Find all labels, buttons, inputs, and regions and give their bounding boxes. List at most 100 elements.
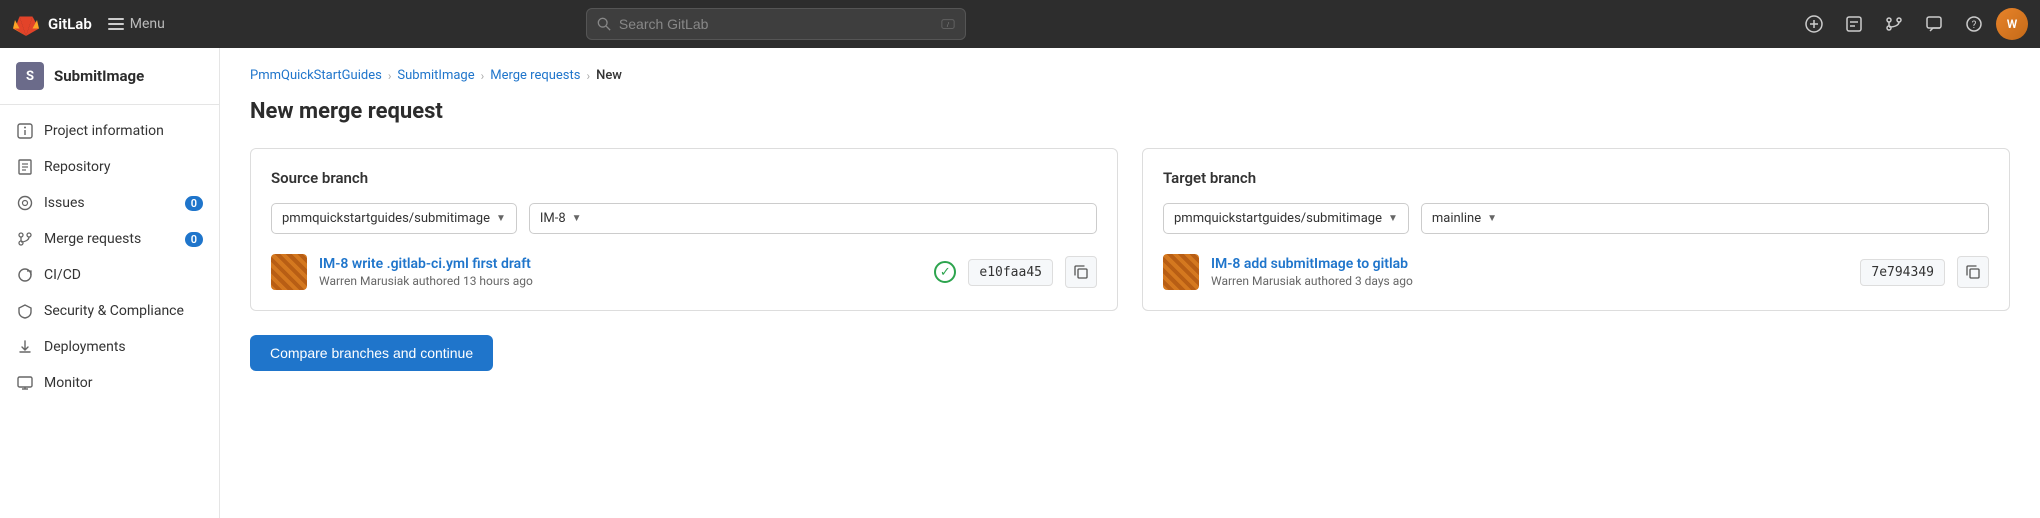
target-commit-info: IM-8 add submitImage to gitlab Warren Ma… [1211, 256, 1848, 288]
sidebar-item-repository[interactable]: Repository [0, 149, 219, 185]
search-icon [597, 17, 611, 31]
sidebar-item-project-information[interactable]: Project information [0, 113, 219, 149]
target-commit-avatar [1163, 254, 1199, 290]
breadcrumb: PmmQuickStartGuides › SubmitImage › Merg… [250, 68, 2010, 83]
source-commit-time: authored 13 hours ago [412, 274, 532, 288]
action-section: Compare branches and continue [250, 335, 2010, 371]
search-bar[interactable]: / [586, 8, 966, 40]
target-branch-title: Target branch [1163, 169, 1989, 187]
target-commit-copy-button[interactable] [1957, 256, 1989, 288]
sidebar-item-monitor-label: Monitor [44, 375, 203, 391]
monitor-icon [16, 374, 34, 392]
menu-button[interactable]: Menu [108, 16, 165, 32]
merge-request-nav-button[interactable] [1876, 6, 1912, 42]
hamburger-icon [108, 16, 124, 32]
copy-icon [1074, 265, 1088, 279]
sidebar-item-deployments-label: Deployments [44, 339, 203, 355]
topnav-actions: ? W [1796, 6, 2028, 42]
gitlab-brand-text: GitLab [48, 15, 92, 33]
sidebar-item-issues[interactable]: Issues 0 [0, 185, 219, 221]
comment-icon [1925, 15, 1943, 33]
merge-requests-badge: 0 [185, 232, 203, 247]
source-repo-select[interactable]: pmmquickstartguides/submitimage ▼ [271, 203, 517, 234]
project-avatar: S [16, 62, 44, 90]
breadcrumb-item-1[interactable]: SubmitImage [397, 68, 474, 83]
sidebar: S SubmitImage Project information Reposi… [0, 48, 220, 518]
sidebar-item-merge-requests[interactable]: Merge requests 0 [0, 221, 219, 257]
topnav: GitLab Menu / [0, 0, 2040, 48]
cicd-icon [16, 266, 34, 284]
breadcrumb-item-0[interactable]: PmmQuickStartGuides [250, 68, 382, 83]
merge-icon [16, 230, 34, 248]
target-branch-select[interactable]: mainline ▼ [1421, 203, 1989, 234]
sidebar-item-cicd[interactable]: CI/CD [0, 257, 219, 293]
sidebar-item-monitor[interactable]: Monitor [0, 365, 219, 401]
copy-icon-target [1966, 265, 1980, 279]
target-repo-label: pmmquickstartguides/submitimage [1174, 211, 1382, 226]
source-commit-author: Warren Marusiak [319, 274, 412, 288]
svg-text:/: / [947, 22, 950, 29]
target-avatar-img [1163, 254, 1199, 290]
svg-text:?: ? [1972, 20, 1977, 31]
user-avatar[interactable]: W [1996, 8, 2028, 40]
sidebar-item-project-information-label: Project information [44, 123, 203, 139]
new-item-button[interactable] [1796, 6, 1832, 42]
deploy-icon [16, 338, 34, 356]
help-button[interactable]: ? [1956, 6, 1992, 42]
merge-nav-icon [1885, 15, 1903, 33]
breadcrumb-item-2[interactable]: Merge requests [490, 68, 580, 83]
target-commit-row: IM-8 add submitImage to gitlab Warren Ma… [1163, 254, 1989, 290]
target-commit-time: authored 3 days ago [1304, 274, 1412, 288]
issues-badge: 0 [185, 196, 203, 211]
source-commit-title[interactable]: IM-8 write .gitlab-ci.yml first draft [319, 256, 922, 272]
target-commit-meta: Warren Marusiak authored 3 days ago [1211, 274, 1848, 288]
target-repo-select[interactable]: pmmquickstartguides/submitimage ▼ [1163, 203, 1409, 234]
source-branch-selectors: pmmquickstartguides/submitimage ▼ IM-8 ▼ [271, 203, 1097, 234]
main-content: PmmQuickStartGuides › SubmitImage › Merg… [220, 48, 2040, 518]
help-icon: ? [1965, 15, 1983, 33]
source-branch-chevron-icon: ▼ [572, 213, 582, 224]
target-branch-label: mainline [1432, 211, 1481, 226]
source-repo-chevron-icon: ▼ [496, 213, 506, 224]
target-repo-chevron-icon: ▼ [1388, 213, 1398, 224]
branch-panels: Source branch pmmquickstartguides/submit… [250, 148, 2010, 311]
source-branch-title: Source branch [271, 169, 1097, 187]
sidebar-item-repository-label: Repository [44, 159, 203, 175]
plus-icon [1805, 15, 1823, 33]
sidebar-item-security-label: Security & Compliance [44, 303, 203, 319]
search-kbd-icon: / [941, 17, 955, 31]
checklist-icon [1845, 15, 1863, 33]
book-icon [16, 158, 34, 176]
gitlab-logo-icon [12, 10, 40, 38]
source-commit-status-icon: ✓ [934, 261, 956, 283]
sidebar-item-cicd-label: CI/CD [44, 267, 203, 283]
target-commit-author: Warren Marusiak [1211, 274, 1304, 288]
sidebar-item-merge-requests-label: Merge requests [44, 231, 175, 247]
sidebar-project-header[interactable]: S SubmitImage [0, 48, 219, 105]
sidebar-item-security-compliance[interactable]: Security & Compliance [0, 293, 219, 329]
sidebar-item-deployments[interactable]: Deployments [0, 329, 219, 365]
compare-branches-button[interactable]: Compare branches and continue [250, 335, 493, 371]
gitlab-logo-link[interactable]: GitLab [12, 10, 92, 38]
source-commit-copy-button[interactable] [1065, 256, 1097, 288]
target-branch-chevron-icon: ▼ [1487, 213, 1497, 224]
source-commit-avatar [271, 254, 307, 290]
source-commit-hash: e10faa45 [968, 259, 1053, 286]
sidebar-nav: Project information Repository Issues 0 [0, 105, 219, 409]
source-repo-label: pmmquickstartguides/submitimage [282, 211, 490, 226]
project-name: SubmitImage [54, 67, 144, 85]
page-title: New merge request [250, 99, 2010, 124]
shield-icon [16, 302, 34, 320]
source-branch-panel: Source branch pmmquickstartguides/submit… [250, 148, 1118, 311]
source-avatar-img [271, 254, 307, 290]
issues-nav-button[interactable] [1916, 6, 1952, 42]
main-layout: S SubmitImage Project information Reposi… [0, 48, 2040, 518]
source-branch-select[interactable]: IM-8 ▼ [529, 203, 1097, 234]
todo-button[interactable] [1836, 6, 1872, 42]
search-input[interactable] [619, 16, 933, 32]
source-commit-row: IM-8 write .gitlab-ci.yml first draft Wa… [271, 254, 1097, 290]
breadcrumb-sep-0: › [388, 69, 392, 83]
target-commit-title[interactable]: IM-8 add submitImage to gitlab [1211, 256, 1848, 272]
menu-label: Menu [130, 16, 165, 32]
sidebar-item-issues-label: Issues [44, 195, 175, 211]
